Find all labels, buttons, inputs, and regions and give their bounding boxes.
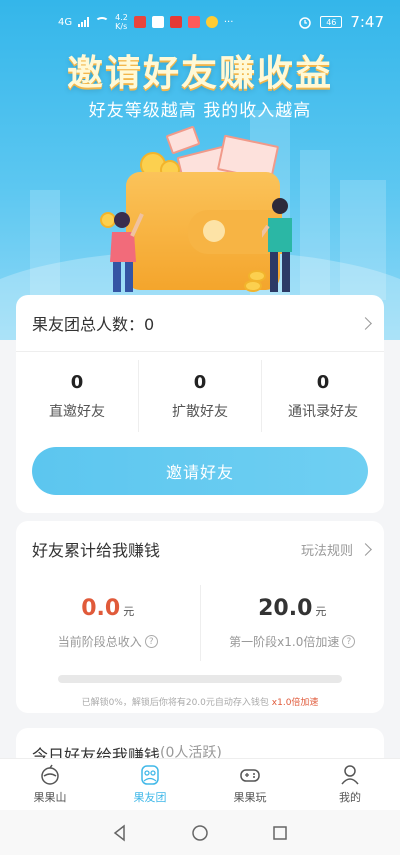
chevron-right-icon[interactable]	[359, 542, 372, 556]
coin-illustration	[244, 280, 262, 292]
unlock-progress-bar	[58, 675, 342, 683]
stat-direct-friends[interactable]: 0 直邀好友	[16, 360, 139, 432]
app-notification-icon	[133, 16, 146, 28]
stat-label: 扩散好友	[172, 403, 228, 420]
home-circle-icon[interactable]	[191, 824, 209, 842]
wallet-clasp	[203, 220, 225, 242]
recents-square-icon[interactable]	[271, 824, 289, 842]
team-card: 果友团总人数：0 0 直邀好友 0 扩散好友 0 通讯录好友 邀请好友	[16, 295, 384, 513]
app-notification-icon	[169, 16, 182, 28]
current-income-label: 当前阶段总收入	[57, 635, 142, 649]
stat-contact-friends[interactable]: 0 通讯录好友	[262, 360, 384, 432]
app-notification-icon	[187, 16, 200, 28]
stat-label: 直邀好友	[49, 403, 105, 420]
alarm-icon	[299, 17, 312, 29]
tab-fruit-play[interactable]: 果果玩	[200, 759, 300, 810]
back-triangle-icon[interactable]	[111, 823, 129, 842]
bottom-tab-bar: 果果山 果友团 果果玩 我的	[0, 758, 400, 810]
currency-unit: 元	[315, 605, 327, 618]
friends-team-icon	[141, 765, 159, 785]
signal-icon	[78, 17, 90, 27]
clock-time: 7:47	[350, 13, 384, 31]
man-figure-illustration	[262, 198, 292, 292]
current-stage-income: 0.0 元 当前阶段总收入 ?	[16, 585, 201, 661]
wifi-icon	[95, 17, 110, 27]
divider	[16, 351, 384, 352]
stat-value: 0	[316, 371, 330, 393]
team-total-row[interactable]: 果友团总人数：0	[16, 295, 384, 351]
invite-friends-button[interactable]: 邀请好友	[32, 447, 368, 495]
hero-banner: 邀请好友赚收益 好友等级越高 我的收入越高	[0, 0, 400, 340]
help-icon[interactable]: ?	[342, 635, 356, 648]
banknote-illustration	[165, 125, 201, 155]
chevron-right-icon	[359, 316, 372, 330]
battery-icon: 46	[320, 16, 343, 28]
status-bar: 4G 4.2 K/s ··· 46 7:47	[0, 0, 400, 44]
more-notifications-icon: ···	[223, 16, 234, 28]
team-total-label: 果友团总人数：	[32, 315, 145, 334]
network-type: 4G	[58, 16, 73, 28]
tab-mine[interactable]: 我的	[300, 759, 400, 810]
stat-label: 通讯录好友	[288, 403, 358, 420]
tab-label: 果果山	[33, 791, 67, 804]
woman-figure-illustration	[110, 212, 144, 292]
stage-target-value: 20.0	[258, 596, 313, 621]
earnings-title: 好友累计给我赚钱	[32, 541, 161, 560]
team-total-value: 0	[144, 315, 155, 334]
stat-value: 0	[193, 371, 207, 393]
app-notification-icon	[205, 16, 218, 28]
earnings-values: 0.0 元 当前阶段总收入 ? 20.0 元 第一阶段x1.0倍加速 ?	[16, 585, 384, 661]
tab-label: 果果玩	[233, 791, 267, 804]
hero-title: 邀请好友赚收益	[66, 53, 333, 94]
stage-target-label: 第一阶段x1.0倍加速	[229, 635, 340, 649]
stat-value: 0	[70, 371, 84, 393]
tab-friends-team[interactable]: 果友团	[100, 759, 200, 810]
tab-fruit-mountain[interactable]: 果果山	[0, 759, 100, 810]
profile-icon	[341, 765, 359, 785]
stat-spread-friends[interactable]: 0 扩散好友	[139, 360, 262, 432]
stage-target: 20.0 元 第一阶段x1.0倍加速 ?	[201, 585, 385, 661]
current-income-value: 0.0	[81, 596, 121, 621]
team-stats: 0 直邀好友 0 扩散好友 0 通讯录好友	[16, 360, 384, 432]
unlock-note: 已解锁0%，解锁后你将有20.0元自动存入钱包 x1.0倍加速	[81, 698, 319, 708]
tab-label: 我的	[339, 791, 361, 804]
earnings-header: 好友累计给我赚钱 玩法规则	[16, 521, 384, 577]
app-notification-icon	[151, 16, 164, 28]
speed-multiplier: x1.0倍加速	[271, 698, 319, 708]
earnings-card: 好友累计给我赚钱 玩法规则 0.0 元 当前阶段总收入 ? 20.0 元 第一阶…	[16, 521, 384, 713]
tab-label: 果友团	[133, 791, 167, 804]
hero-subtitle: 好友等级越高 我的收入越高	[88, 101, 312, 121]
fruit-mountain-icon	[41, 764, 59, 785]
gamepad-icon	[240, 769, 260, 782]
help-icon[interactable]: ?	[144, 635, 158, 648]
system-navigation-bar	[0, 810, 400, 855]
rules-link[interactable]: 玩法规则	[301, 540, 353, 559]
network-speed: 4.2 K/s	[115, 13, 128, 31]
currency-unit: 元	[123, 605, 135, 618]
